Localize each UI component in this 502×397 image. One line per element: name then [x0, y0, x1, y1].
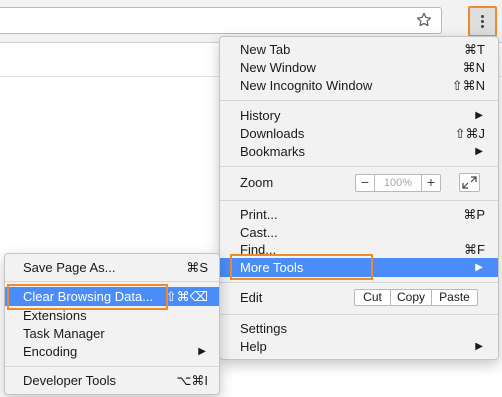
menu-item-shortcut: ⌥⌘I: [176, 373, 208, 388]
menu-item-shortcut: ⌘T: [464, 42, 485, 57]
menu-item-shortcut: ⇧⌘⌫: [165, 289, 208, 304]
menu-item-shortcut: ⌘S: [186, 260, 208, 275]
menu-item-edit: Edit Cut Copy Paste: [220, 289, 498, 307]
menu-item-downloads[interactable]: Downloads ⇧⌘J: [220, 125, 498, 143]
kebab-menu-icon[interactable]: [468, 6, 497, 37]
chevron-right-icon: ▶: [475, 146, 483, 157]
menu-item-new-window[interactable]: New Window ⌘N: [220, 59, 498, 77]
fullscreen-button[interactable]: [459, 173, 480, 192]
chevron-right-icon: ▶: [198, 346, 206, 357]
chevron-right-icon: ▶: [475, 341, 483, 352]
copy-button[interactable]: Copy: [390, 289, 432, 306]
menu-item-label: Edit: [240, 290, 263, 305]
menu-item-history[interactable]: History ▶: [220, 107, 498, 125]
menu-item-new-tab[interactable]: New Tab ⌘T: [220, 41, 498, 59]
zoom-out-button[interactable]: −: [356, 175, 375, 191]
menu-separator: [220, 282, 498, 283]
menu-separator: [220, 314, 498, 315]
menu-item-label: Downloads: [240, 126, 305, 141]
menu-item-label: Task Manager: [23, 326, 105, 341]
menu-item-more-tools[interactable]: More Tools ▶: [220, 258, 498, 277]
menu-separator: [220, 166, 498, 167]
menu-separator: [5, 366, 219, 367]
menu-item-label: Clear Browsing Data...: [23, 289, 154, 304]
menu-item-bookmarks[interactable]: Bookmarks ▶: [220, 143, 498, 161]
chevron-right-icon: ▶: [475, 262, 483, 273]
menu-item-label: Zoom: [240, 175, 274, 190]
menu-item-shortcut: ⌘P: [463, 207, 485, 222]
menu-item-extensions[interactable]: Extensions: [5, 307, 219, 325]
menu-item-label: Bookmarks: [240, 144, 306, 159]
menu-item-label: More Tools: [240, 260, 304, 275]
menu-item-label: Encoding: [23, 344, 78, 359]
menu-item-label: Print...: [240, 207, 278, 222]
menu-item-print[interactable]: Print... ⌘P: [220, 206, 498, 224]
menu-separator: [220, 200, 498, 201]
zoom-in-button[interactable]: +: [421, 175, 440, 191]
menu-item-task-manager[interactable]: Task Manager: [5, 325, 219, 343]
menu-item-label: New Tab: [240, 42, 291, 57]
menu-item-settings[interactable]: Settings: [220, 320, 498, 338]
fullscreen-icon: [462, 176, 477, 189]
zoom-control: − 100% +: [355, 174, 441, 192]
menu-item-zoom: Zoom − 100% +: [220, 173, 498, 192]
chevron-right-icon: ▶: [475, 110, 483, 121]
cut-button[interactable]: Cut: [354, 289, 391, 306]
address-bar[interactable]: [0, 7, 442, 34]
menu-item-shortcut: ⌘N: [462, 60, 485, 75]
menu-item-find[interactable]: Find... ⌘F: [220, 241, 498, 259]
menu-item-clear-browsing-data[interactable]: Clear Browsing Data... ⇧⌘⌫: [5, 287, 219, 306]
menu-item-shortcut: ⇧⌘J: [454, 126, 485, 141]
zoom-level: 100%: [383, 177, 413, 189]
menu-item-label: Extensions: [23, 308, 87, 323]
menu-item-label: Help: [240, 339, 267, 354]
paste-button[interactable]: Paste: [431, 289, 478, 306]
menu-item-label: New Incognito Window: [240, 78, 373, 93]
menu-item-label: Settings: [240, 321, 287, 336]
menu-item-label: Save Page As...: [23, 260, 116, 275]
menu-item-encoding[interactable]: Encoding ▶: [5, 343, 219, 361]
menu-item-label: Cast...: [240, 225, 278, 240]
menu-separator: [5, 281, 219, 282]
menu-item-cast[interactable]: Cast...: [220, 224, 498, 242]
menu-separator: [220, 100, 498, 101]
edit-controls: Cut Copy Paste: [354, 289, 478, 307]
menu-item-label: Developer Tools: [23, 373, 116, 388]
menu-item-save-page-as[interactable]: Save Page As... ⌘S: [5, 259, 219, 277]
menu-item-label: New Window: [240, 60, 316, 75]
menu-item-new-incognito-window[interactable]: New Incognito Window ⇧⌘N: [220, 77, 498, 95]
menu-item-shortcut: ⇧⌘N: [451, 78, 485, 93]
menu-item-help[interactable]: Help ▶: [220, 338, 498, 356]
menu-item-shortcut: ⌘F: [464, 242, 485, 257]
menu-item-label: History: [240, 108, 281, 123]
more-tools-submenu: Save Page As... ⌘S Clear Browsing Data..…: [4, 253, 220, 395]
chrome-main-menu: New Tab ⌘T New Window ⌘N New Incognito W…: [219, 36, 499, 360]
menu-item-label: Find...: [240, 242, 277, 257]
bookmark-star-icon[interactable]: [415, 11, 433, 29]
menu-item-developer-tools[interactable]: Developer Tools ⌥⌘I: [5, 372, 219, 390]
